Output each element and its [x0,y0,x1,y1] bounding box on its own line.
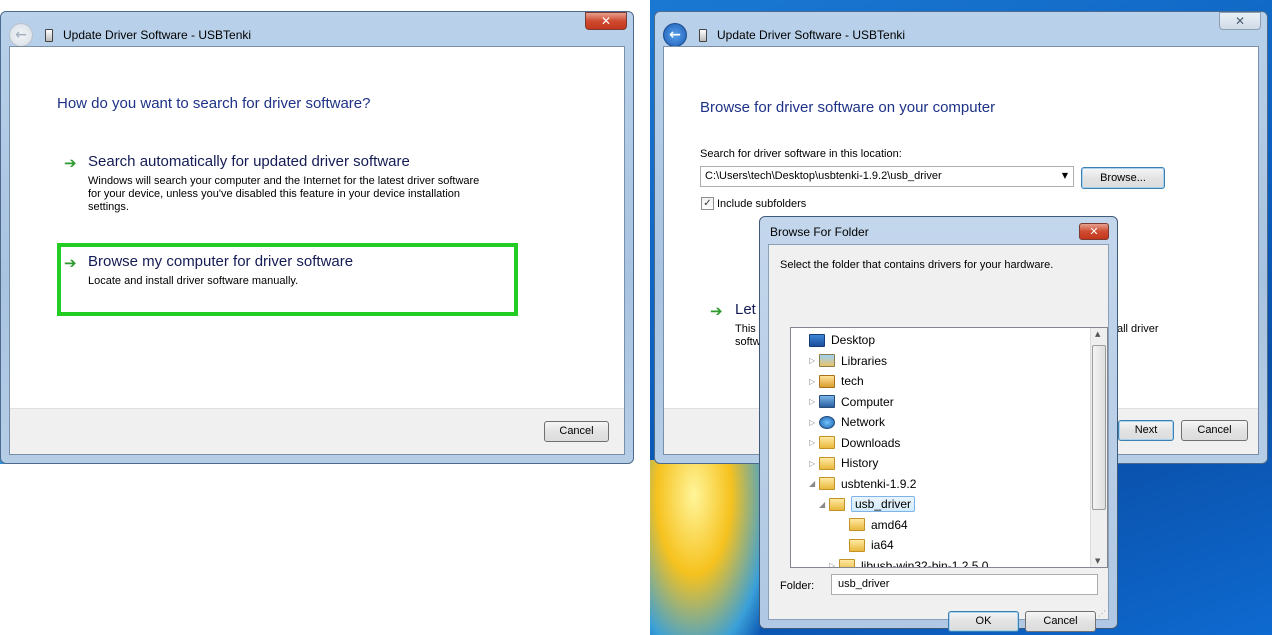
tree-item-label: usbtenki-1.9.2 [841,476,917,491]
scroll-down-arrow-icon[interactable]: ▼ [1095,557,1100,565]
dropdown-arrow-icon[interactable]: ▼ [1062,171,1068,180]
window-title: Update Driver Software - USBTenki [63,28,252,42]
user-folder-icon [819,374,835,388]
wallpaper-flare [650,460,760,635]
close-button[interactable]: ✕ [1079,223,1109,240]
browse-button[interactable]: Browse... [1081,167,1165,189]
tree-item-downloads[interactable]: ▷ Downloads [809,433,900,453]
green-arrow-icon: ➔ [64,254,77,272]
window-title: Update Driver Software - USBTenki [717,28,906,42]
back-arrow-icon[interactable]: ← [663,23,687,47]
search-automatically-option[interactable]: Search automatically for updated driver … [88,153,410,170]
path-value: C:\Users\tech\Desktop\usbtenki-1.9.2\usb… [705,170,942,182]
let-me-pick-description-tail: all driver [1117,323,1159,335]
tree-item-label: Computer [841,394,894,409]
tree-item-tech[interactable]: ▷ tech [809,371,864,391]
close-button[interactable]: ✕ [585,12,627,30]
ok-button[interactable]: OK [948,611,1019,632]
wizard-content: How do you want to search for driver sof… [9,46,625,455]
network-icon [819,415,835,429]
tree-item-network[interactable]: ▷ Network [809,412,885,432]
tree-item-libusb-win32-bin-1-2-5-0[interactable]: ▷ libusb-win32-bin-1.2.5.0 [829,556,989,568]
expand-arrow-icon[interactable]: ▷ [809,418,819,427]
footer-bar: Cancel [10,408,624,454]
path-combobox[interactable]: C:\Users\tech\Desktop\usbtenki-1.9.2\usb… [700,166,1074,187]
collapse-arrow-icon[interactable]: ◢ [819,500,829,509]
cancel-button[interactable]: Cancel [1025,611,1096,632]
tree-item-ia64[interactable]: ia64 [839,535,894,555]
folder-icon [849,518,865,531]
expand-arrow-icon[interactable]: ▷ [829,561,839,567]
tree-item-label: ia64 [871,538,894,552]
cancel-button[interactable]: Cancel [1181,420,1248,441]
tree-item-usbtenki-1-9-2[interactable]: ◢ usbtenki-1.9.2 [809,474,916,494]
green-arrow-icon: ➔ [64,154,77,172]
cancel-button[interactable]: Cancel [544,421,609,442]
folder-icon [839,559,855,567]
tree-item-label: usb_driver [851,496,916,512]
search-location-label: Search for driver software in this locat… [700,148,902,160]
update-driver-window-left: ✕ ← Update Driver Software - USBTenki Ho… [0,11,634,464]
usb-device-icon [45,28,53,42]
scroll-thumb[interactable] [1092,345,1106,510]
expand-arrow-icon[interactable]: ▷ [809,438,819,447]
dialog-title: Browse For Folder [770,225,869,239]
include-subfolders-label: Include subfolders [717,198,807,210]
dialog-panel: Select the folder that contains drivers … [768,244,1109,632]
expand-arrow-icon[interactable]: ▷ [809,397,819,406]
browse-for-folder-dialog: Browse For Folder ✕ Select the folder th… [759,216,1118,632]
tree-item-label: libusb-win32-bin-1.2.5.0 [861,558,989,568]
folder-input-value: usb_driver [838,578,890,590]
back-arrow-icon[interactable]: ← [9,23,33,47]
tree-scrollbar[interactable]: ▲ ▼ [1090,328,1107,567]
collapse-arrow-icon[interactable]: ◢ [809,479,819,488]
tree-item-libraries[interactable]: ▷ Libraries [809,351,887,371]
tree-item-label: amd64 [871,517,908,532]
folder-icon [819,436,835,449]
tree-item-usb-driver[interactable]: ◢ usb_driver [819,494,916,514]
page-heading: Browse for driver software on your compu… [700,99,996,116]
tree-item-label: tech [841,374,864,388]
tree-item-label: Desktop [831,333,876,347]
page-heading: How do you want to search for driver sof… [57,95,371,112]
expand-arrow-icon[interactable]: ▷ [809,356,819,365]
libraries-icon [819,354,835,367]
search-automatically-description: Windows will search your computer and th… [88,175,480,213]
instruction-text: Select the folder that contains drivers … [780,259,1054,271]
expand-arrow-icon[interactable]: ▷ [809,377,819,386]
tree-item-amd64[interactable]: amd64 [839,515,908,535]
tree-item-desktop[interactable]: Desktop [799,330,875,350]
expand-arrow-icon[interactable]: ▷ [809,459,819,468]
folder-icon [849,538,865,552]
close-button[interactable]: ✕ [1219,12,1261,30]
tree-item-history[interactable]: ▷ History [809,453,878,473]
folder-icon [829,497,845,511]
browse-computer-option[interactable]: Browse my computer for driver software [88,253,353,270]
usb-device-icon [699,28,707,42]
next-button[interactable]: Next [1118,420,1174,441]
tree-item-label: Downloads [841,435,901,450]
let-me-pick-description: This l softw [735,323,762,348]
include-subfolders-checkbox[interactable]: ✓ [701,197,714,210]
scroll-up-arrow-icon[interactable]: ▲ [1095,330,1100,338]
folder-icon [819,477,835,490]
resize-grip-icon[interactable]: ⋰ [1098,609,1106,618]
computer-icon [819,395,835,408]
tree-item-computer[interactable]: ▷ Computer [809,392,894,412]
folder-tree[interactable]: ▲ ▼ Desktop ▷ Libraries ▷ tech ▷ Computer ▷ Netw… [790,327,1108,568]
folder-label: Folder: [780,580,815,592]
tree-item-label: Network [841,415,886,429]
browse-computer-description: Locate and install driver software manua… [88,275,299,287]
tree-item-label: Libraries [841,353,888,368]
folder-icon [819,456,835,470]
folder-input[interactable]: usb_driver [831,574,1098,595]
tree-item-label: History [841,456,879,470]
desktop-icon [809,333,825,347]
green-arrow-icon: ➔ [710,302,723,320]
